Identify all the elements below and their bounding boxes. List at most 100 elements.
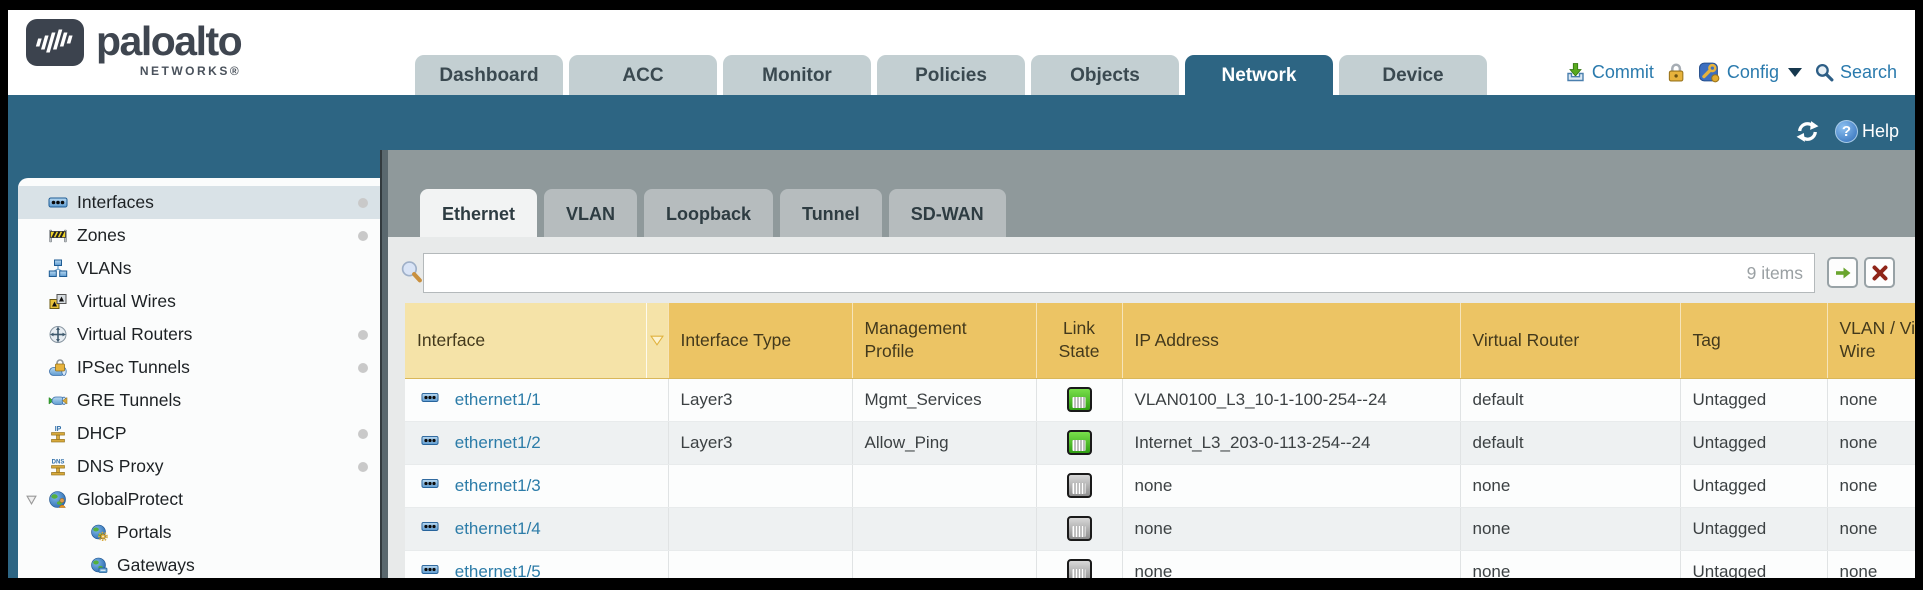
tab-acc[interactable]: ACC <box>569 55 717 95</box>
ip-address-cell: none <box>1122 550 1460 578</box>
tab-dashboard[interactable]: Dashboard <box>415 55 563 95</box>
virtual-router-cell: none <box>1460 464 1680 507</box>
column-header-ip-address[interactable]: IP Address <box>1122 303 1460 378</box>
sidebar-item-label: Virtual Routers <box>77 324 192 345</box>
sidebar-dot <box>358 462 368 472</box>
tab-ethernet[interactable]: Ethernet <box>420 189 537 237</box>
tag-cell: Untagged <box>1680 421 1827 464</box>
column-header-virtual-router[interactable]: Virtual Router <box>1460 303 1680 378</box>
interface-link[interactable]: ethernet1/5 <box>455 562 541 579</box>
column-header-interface-type[interactable]: Interface Type <box>668 303 852 378</box>
management-profile-cell: Mgmt_Services <box>852 378 1036 421</box>
column-header-management-profile[interactable]: Management Profile <box>852 303 1036 378</box>
help-button[interactable]: ? Help <box>1835 120 1899 143</box>
ethernet-port-icon <box>417 518 443 540</box>
tab-policies[interactable]: Policies <box>877 55 1025 95</box>
table-row: ethernet1/2 Layer3 Allow_Ping Internet_L… <box>405 421 1915 464</box>
tab-monitor[interactable]: Monitor <box>723 55 871 95</box>
management-profile-cell <box>852 464 1036 507</box>
interface-link[interactable]: ethernet1/1 <box>455 390 541 409</box>
svg-text:DNS: DNS <box>52 460 65 466</box>
sidebar-item-gre-tunnels[interactable]: GRE Tunnels <box>18 384 380 417</box>
column-header-vlan-virtual-wire[interactable]: VLAN / Virtual Wire <box>1827 303 1915 378</box>
commit-button[interactable]: Commit <box>1565 62 1654 83</box>
management-profile-cell <box>852 507 1036 550</box>
column-header-tag[interactable]: Tag <box>1680 303 1827 378</box>
clear-filter-button[interactable] <box>1864 257 1895 288</box>
tab-loopback[interactable]: Loopback <box>644 189 773 237</box>
column-sort-button[interactable] <box>646 303 668 378</box>
interface-link[interactable]: ethernet1/3 <box>455 476 541 495</box>
link-state-icon[interactable] <box>1067 559 1092 578</box>
interface-type-cell: Layer3 <box>668 421 852 464</box>
interface-link[interactable]: ethernet1/4 <box>455 519 541 538</box>
dns-proxy-icon: DNS <box>48 457 68 476</box>
sidebar-item-virtual-routers[interactable]: Virtual Routers <box>18 318 380 351</box>
svg-text:IP: IP <box>55 426 62 433</box>
chevron-down-icon <box>1788 68 1802 77</box>
ethernet-port-icon <box>417 475 443 497</box>
tab-network[interactable]: Network <box>1185 55 1333 95</box>
dhcp-icon: IP <box>48 424 68 443</box>
sidebar-item-interfaces[interactable]: Interfaces <box>18 186 380 219</box>
table-row: ethernet1/3 none none Untagged none <box>405 464 1915 507</box>
search-label: Search <box>1840 62 1897 83</box>
sidebar-item-zones[interactable]: Zones <box>18 219 380 252</box>
tab-device[interactable]: Device <box>1339 55 1487 95</box>
tab-sdwan[interactable]: SD-WAN <box>889 189 1006 237</box>
config-menu-button[interactable]: Config <box>1698 61 1802 83</box>
search-button[interactable]: Search <box>1815 62 1897 83</box>
teal-toolbar: ? Help <box>8 95 1915 150</box>
ethernet-port-icon <box>417 561 443 579</box>
commit-icon <box>1565 62 1586 82</box>
sidebar-item-virtual-wires[interactable]: Virtual Wires <box>18 285 380 318</box>
filter-input[interactable] <box>423 253 1815 293</box>
panos-web-ui: paloalto NETWORKS® Dashboard ACC Monitor… <box>8 10 1915 578</box>
tab-tunnel[interactable]: Tunnel <box>780 189 882 237</box>
column-header-link-state[interactable]: Link State <box>1036 303 1122 378</box>
virtual-router-cell: none <box>1460 507 1680 550</box>
table-row: ethernet1/4 none none Untagged none <box>405 507 1915 550</box>
tag-cell: Untagged <box>1680 464 1827 507</box>
expander-icon[interactable] <box>26 495 37 505</box>
sidebar-item-label: Portals <box>117 522 171 543</box>
sidebar-item-dhcp[interactable]: IP DHCP <box>18 417 380 450</box>
sidebar-item-portals[interactable]: Portals <box>18 516 380 549</box>
ethernet-port-icon <box>417 432 443 454</box>
link-state-icon[interactable] <box>1067 516 1092 541</box>
link-state-icon[interactable] <box>1067 473 1092 498</box>
vlan-virtual-wire-cell: none <box>1827 464 1915 507</box>
sidebar-item-dns-proxy[interactable]: DNS DNS Proxy <box>18 450 380 483</box>
table-row: ethernet1/5 none none Untagged none <box>405 550 1915 578</box>
interface-link[interactable]: ethernet1/2 <box>455 433 541 452</box>
link-state-icon[interactable] <box>1067 430 1092 455</box>
virtual-routers-icon <box>48 325 68 344</box>
virtual-router-cell: none <box>1460 550 1680 578</box>
ip-address-cell: none <box>1122 507 1460 550</box>
refresh-icon[interactable] <box>1795 120 1820 143</box>
sidebar-item-label: Virtual Wires <box>77 291 176 312</box>
content-region: Interfaces Zones <box>8 150 1915 578</box>
brand-sub: NETWORKS® <box>140 64 241 78</box>
table-header-row: Interface Interface Type Management Prof… <box>405 303 1915 378</box>
sidebar-item-vlans[interactable]: VLANs <box>18 252 380 285</box>
screenshot-frame: paloalto NETWORKS® Dashboard ACC Monitor… <box>0 0 1923 590</box>
config-label: Config <box>1727 62 1779 83</box>
sidebar-dot <box>358 198 368 208</box>
tab-vlan[interactable]: VLAN <box>544 189 637 237</box>
header-actions: Commit Config <box>1565 61 1897 83</box>
tab-objects[interactable]: Objects <box>1031 55 1179 95</box>
column-header-interface[interactable]: Interface <box>405 303 646 378</box>
sidebar-item-gateways[interactable]: Gateways <box>18 549 380 578</box>
interfaces-table: Interface Interface Type Management Prof… <box>405 303 1915 578</box>
sidebar-item-label: IPSec Tunnels <box>77 357 190 378</box>
apply-filter-button[interactable] <box>1827 257 1858 288</box>
sidebar-item-globalprotect[interactable]: GlobalProtect <box>18 483 380 516</box>
green-arrow-icon <box>1834 264 1852 282</box>
link-state-icon[interactable] <box>1067 387 1092 412</box>
tag-cell: Untagged <box>1680 507 1827 550</box>
lock-button[interactable] <box>1667 62 1685 82</box>
sidebar-item-ipsec-tunnels[interactable]: IPSec Tunnels <box>18 351 380 384</box>
sidebar-item-label: VLANs <box>77 258 131 279</box>
sidebar-splitter[interactable] <box>380 150 388 578</box>
